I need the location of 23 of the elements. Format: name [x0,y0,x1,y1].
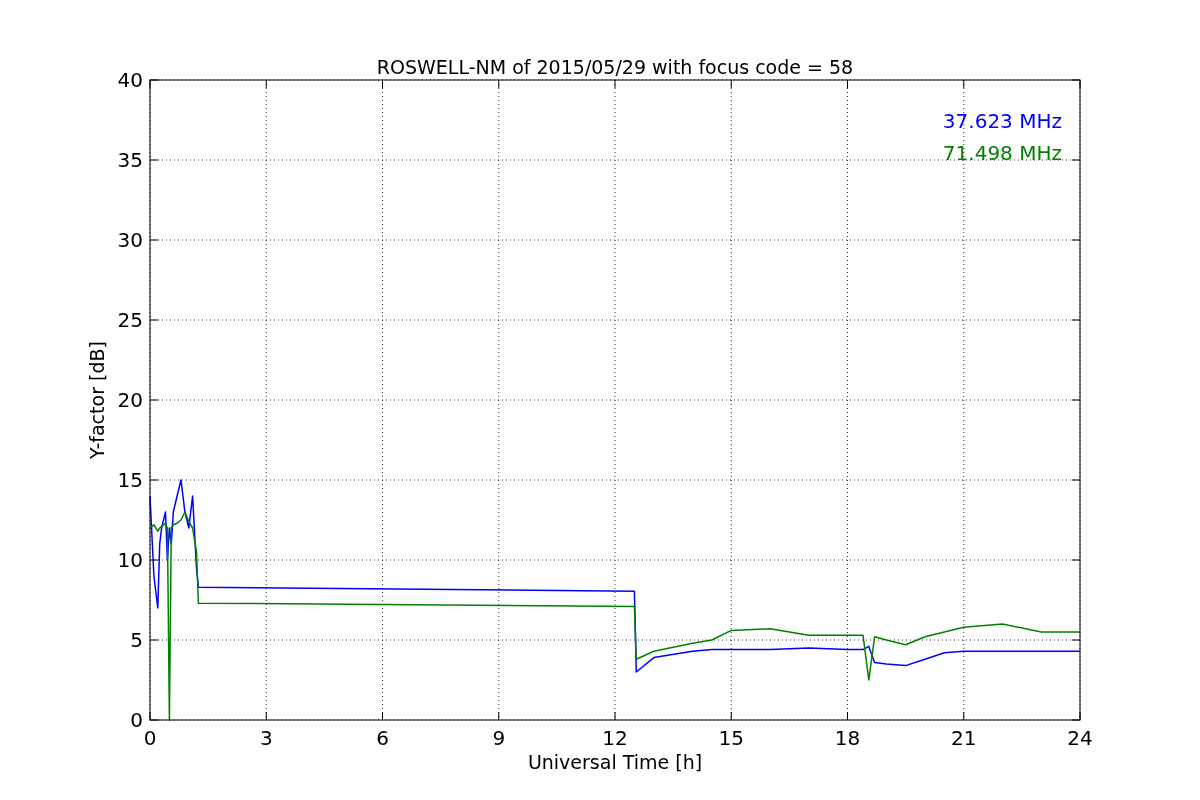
tick-label: 40 [117,68,143,92]
tick-label: 35 [117,148,143,172]
tick-label: 30 [117,228,143,252]
tick-label: 15 [718,726,744,750]
tick-label: 3 [259,726,273,750]
tick-label: 9 [492,726,506,750]
tick-label: 15 [117,468,143,492]
tick-label: 6 [376,726,389,750]
tick-label: 10 [117,548,143,572]
tick-label: 12 [602,726,628,750]
legend-label: 71.498 MHz [942,141,1062,165]
tick-label: 0 [143,726,157,750]
tick-label: 21 [951,726,977,750]
tick-label: 5 [130,628,143,652]
tick-label: 24 [1067,726,1093,750]
axis-label: Universal Time [h] [527,751,703,773]
tick-label: 18 [834,726,861,750]
axis-label: Y-factor [dB] [86,341,108,459]
chart-title: ROSWELL-NM of 2015/05/29 with focus code = 58 [376,56,854,78]
tick-label: 0 [130,708,143,732]
tick-label: 25 [117,308,143,332]
legend-label: 37.623 MHz [942,109,1062,133]
tick-label: 20 [117,388,143,412]
